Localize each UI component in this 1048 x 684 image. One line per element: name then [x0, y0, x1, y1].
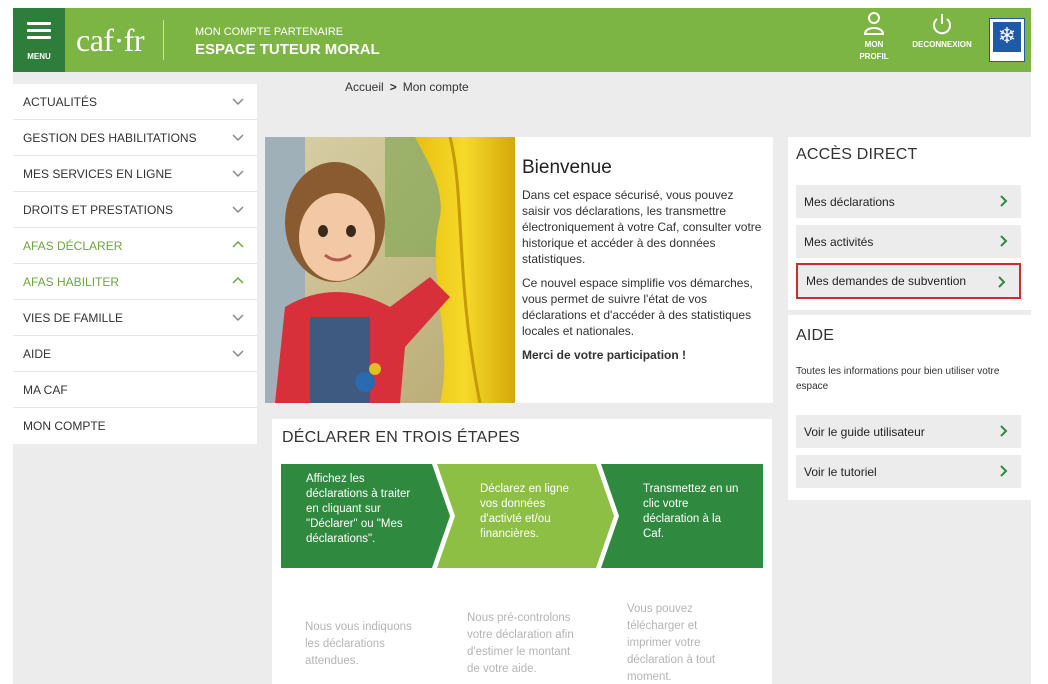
step-3-label: Transmettez en un clic votre déclaration à…	[643, 483, 739, 540]
link-tutoriel[interactable]: Voir le tutoriel	[796, 455, 1021, 488]
link-label: Voir le guide utilisateur	[804, 424, 925, 439]
sidebar-item-label: MA CAF	[23, 382, 68, 397]
welcome-thanks: Merci de votre participation !	[522, 348, 687, 362]
step-2-label: Déclarez en ligne vos données d'activté et…	[480, 483, 569, 540]
link-mes-declarations[interactable]: Mes déclarations	[796, 185, 1021, 218]
link-label: Mes demandes de subvention	[806, 274, 967, 288]
sidebar-item-label: DROITS ET PRESTATIONS	[23, 202, 174, 217]
breadcrumb-home-link[interactable]: Accueil	[345, 80, 384, 94]
chevron-down-icon	[232, 134, 244, 142]
panel-separator	[788, 310, 1031, 315]
logout-button[interactable]: DECONNEXION	[906, 12, 978, 50]
child-photo	[265, 137, 515, 403]
link-mes-activites[interactable]: Mes activités	[796, 225, 1021, 258]
sidebar-item-afas-declarer[interactable]: AFAS DÉCLARER	[13, 228, 257, 264]
welcome-paragraph-1: Dans cet espace sécurisé, vous pouvez sa…	[522, 188, 762, 266]
welcome-text-block: Bienvenue Dans cet espace sécurisé, vous…	[522, 157, 762, 371]
breadcrumb: Accueil > Mon compte	[345, 80, 469, 94]
sidebar-item-label: AFAS DÉCLARER	[23, 238, 123, 253]
profile-label-2: PROFIL	[859, 52, 889, 61]
link-mes-demandes-subvention[interactable]: Mes demandes de subvention	[796, 263, 1021, 299]
logo-divider	[163, 20, 164, 60]
link-label: Mes activités	[804, 234, 874, 249]
chevron-right-icon	[1000, 425, 1008, 437]
sidebar-item-services-en-ligne[interactable]: MES SERVICES EN LIGNE	[13, 156, 257, 192]
power-icon	[933, 14, 951, 35]
acces-direct-title: ACCÈS DIRECT	[796, 146, 918, 163]
header-title: ESPACE TUTEUR MORAL	[195, 41, 380, 58]
chevron-down-icon	[232, 98, 244, 106]
sidebar-item-label: VIES DE FAMILLE	[23, 310, 124, 325]
welcome-title: Bienvenue	[522, 157, 612, 178]
chevron-up-icon	[232, 240, 244, 248]
chevron-up-icon	[232, 276, 244, 284]
sidebar-item-actualites[interactable]: ACTUALITÉS	[13, 84, 257, 120]
link-label: Mes déclarations	[804, 194, 895, 209]
steps-section: DÉCLARER EN TROIS ÉTAPES Affichez les déc…	[272, 419, 772, 684]
profile-button[interactable]: MON PROFIL	[855, 12, 893, 62]
right-panel: ACCÈS DIRECT Mes déclarations Mes activi…	[788, 137, 1031, 500]
sidebar-item-aide[interactable]: AIDE	[13, 336, 257, 372]
sidebar-item-afas-habiliter[interactable]: AFAS HABILITER	[13, 264, 257, 300]
header-subtitle: MON COMPTE PARTENAIRE	[195, 26, 344, 38]
link-label: Voir le tutoriel	[804, 464, 877, 479]
snowflake-icon: ❄	[997, 23, 1017, 48]
aide-title: AIDE	[796, 327, 835, 344]
breadcrumb-current: Mon compte	[402, 80, 469, 94]
sidebar-item-gestion-habilitations[interactable]: GESTION DES HABILITATIONS	[13, 120, 257, 156]
chevron-down-icon	[232, 170, 244, 178]
sidebar-item-label: MON COMPTE	[23, 419, 106, 433]
hamburger-icon	[27, 22, 51, 43]
welcome-paragraph-2: Ce nouvel espace simplifie vos démarches…	[522, 276, 753, 338]
top-header: MENU caf·fr MON COMPTE PARTENAIRE ESPACE…	[13, 8, 1031, 80]
chevron-down-icon	[232, 206, 244, 214]
profile-label-1: MON	[864, 40, 884, 49]
aide-description: Toutes les informations pour bien utilis…	[796, 366, 1000, 392]
chevron-down-icon	[232, 314, 244, 322]
step-3-description: Vous pouvez télécharger et imprimer votre d…	[627, 603, 716, 683]
sidebar-item-label: AIDE	[23, 346, 52, 361]
steps-title: DÉCLARER EN TROIS ÉTAPES	[282, 429, 521, 446]
sidebar-item-mon-compte[interactable]: MON COMPTE	[13, 408, 257, 444]
step-1-label: Affichez les déclarations à traiter en cli…	[306, 473, 411, 545]
sidebar-item-label: ACTUALITÉS	[23, 94, 98, 109]
sidebar-item-label: GESTION DES HABILITATIONS	[23, 130, 197, 145]
chevron-right-icon	[1000, 235, 1008, 247]
chevron-right-icon	[1000, 465, 1008, 477]
step-1-description: Nous vous indiquons les déclarations atten…	[305, 621, 412, 667]
sidebar-item-label: MES SERVICES EN LIGNE	[23, 166, 173, 181]
chevron-right-icon	[998, 276, 1006, 288]
sidebar-item-droits-prestations[interactable]: DROITS ET PRESTATIONS	[13, 192, 257, 228]
chevron-right-icon	[1000, 195, 1008, 207]
menu-label: MENU	[27, 52, 51, 61]
step-2-description: Nous pré-controlons votre déclaration afi…	[467, 612, 574, 675]
caf-logo[interactable]: caf·fr	[76, 22, 145, 59]
user-icon	[863, 12, 885, 35]
sidebar-item-vies-de-famille[interactable]: VIES DE FAMILLE	[13, 300, 257, 336]
chevron-down-icon	[232, 350, 244, 358]
sidebar-item-ma-caf[interactable]: MA CAF	[13, 372, 257, 408]
breadcrumb-separator: >	[389, 80, 397, 94]
sidebar-nav: ACTUALITÉS GESTION DES HABILITATIONS MES…	[13, 84, 257, 444]
caf-badge-logo: ❄	[989, 18, 1025, 62]
sidebar-item-label: AFAS HABILITER	[23, 274, 120, 289]
welcome-card: Bienvenue Dans cet espace sécurisé, vous…	[265, 137, 773, 403]
logout-label: DECONNEXION	[912, 40, 972, 49]
menu-button[interactable]: MENU	[13, 8, 65, 80]
link-guide-utilisateur[interactable]: Voir le guide utilisateur	[796, 415, 1021, 448]
